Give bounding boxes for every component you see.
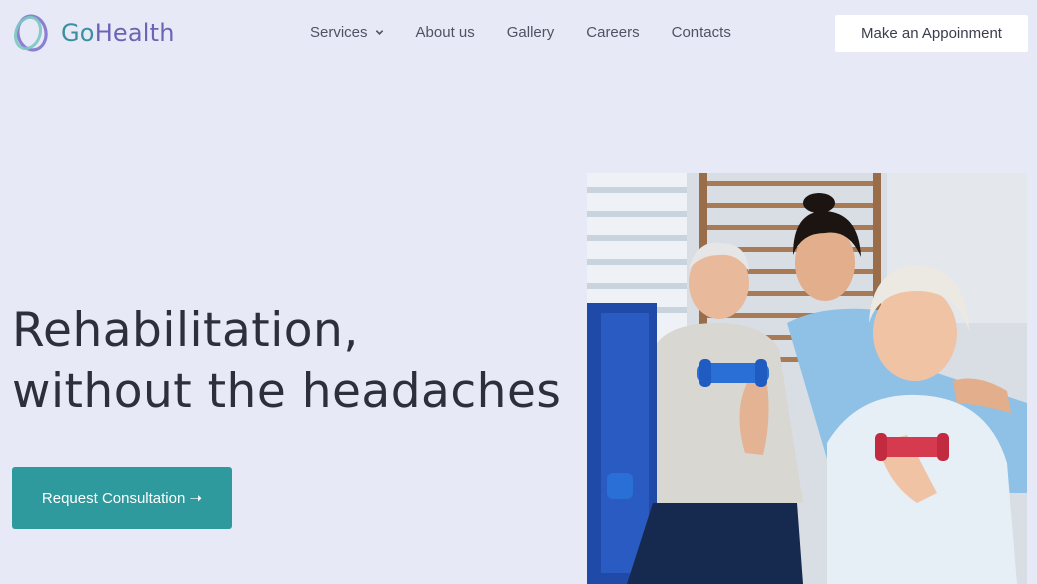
logo-text: GoHealth: [61, 19, 175, 47]
nav-item-services[interactable]: Services: [310, 24, 384, 41]
logo-text-go: Go: [61, 19, 95, 47]
nav-item-services-label: Services: [310, 24, 368, 41]
page: GoHealth Services About us Gallery Caree…: [0, 0, 1037, 584]
hero-photo: [587, 173, 1027, 584]
nav-item-gallery[interactable]: Gallery: [507, 24, 555, 41]
hero-title-line1: Rehabilitation,: [12, 303, 359, 358]
logo-text-health: Health: [94, 19, 175, 47]
nav-item-contacts[interactable]: Contacts: [672, 24, 731, 41]
request-consultation-button[interactable]: Request Consultation ➝: [12, 467, 232, 529]
main-nav: Services About us Gallery Careers Contac…: [310, 24, 763, 41]
hero-photo-illustration: [587, 173, 1027, 584]
nav-item-about[interactable]: About us: [416, 24, 475, 41]
nav-item-careers[interactable]: Careers: [586, 24, 639, 41]
hero-title: Rehabilitation, without the headaches: [12, 300, 561, 422]
chevron-down-icon: [375, 30, 383, 35]
make-appointment-button[interactable]: Make an Appoinment: [835, 15, 1028, 52]
logo-rings-icon: [13, 14, 48, 52]
logo[interactable]: GoHealth: [12, 13, 175, 53]
hero-title-line2: without the headaches: [12, 364, 562, 419]
